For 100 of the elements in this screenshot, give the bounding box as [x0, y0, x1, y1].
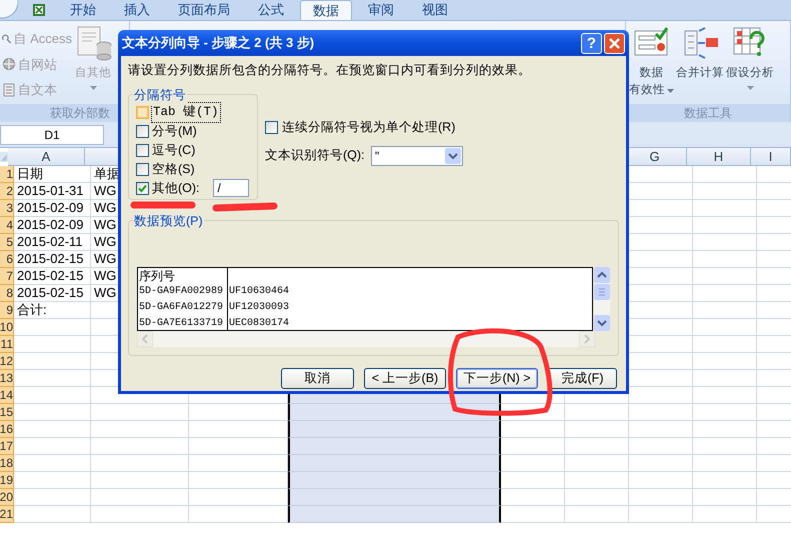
- row-header[interactable]: 19: [0, 472, 14, 489]
- column-header[interactable]: A: [8, 148, 85, 166]
- empty-cell: [629, 455, 693, 472]
- table-cell: 2015-02-15: [14, 268, 91, 285]
- hand-drawn-underline: [130, 202, 196, 208]
- row-header[interactable]: 16: [0, 421, 14, 438]
- ribbon-tab[interactable]: 视图: [410, 0, 460, 20]
- checkbox[interactable]: [136, 144, 149, 157]
- checkbox[interactable]: [136, 182, 149, 195]
- empty-cell: [693, 472, 757, 489]
- preview-cell-text: 序列号: [138, 268, 176, 285]
- empty-cell: [693, 370, 757, 387]
- table-cell: 2015-02-09: [14, 217, 91, 234]
- row-header[interactable]: 9: [0, 302, 14, 319]
- dialog-button[interactable]: 完成(F): [548, 368, 617, 389]
- row-header[interactable]: 17: [0, 438, 14, 455]
- empty-cell: [693, 251, 757, 268]
- ribbon-tab[interactable]: 页面布局: [166, 0, 242, 20]
- empty-cell: [629, 387, 693, 404]
- scroll-thumb-icon: [594, 284, 610, 300]
- ribbon-button[interactable]: 数据 有效性: [628, 25, 675, 99]
- instruction-text: 请设置分列数据所包含的分隔符号。在预览窗口内可看到分列的效果。: [128, 62, 532, 79]
- row-header[interactable]: 15: [0, 404, 14, 421]
- checkbox[interactable]: [136, 162, 149, 176]
- empty-cell: [693, 404, 757, 421]
- empty-cell: [693, 217, 757, 234]
- row-header[interactable]: 2: [0, 183, 14, 200]
- row-header[interactable]: 10: [0, 319, 14, 336]
- ribbon-button[interactable]: 合并计算: [675, 25, 725, 82]
- row-header[interactable]: 7: [0, 268, 14, 285]
- row-header[interactable]: 18: [0, 455, 14, 472]
- empty-cell: [693, 455, 757, 472]
- dropdown[interactable]: ": [371, 146, 463, 166]
- group-label: 数据预览(P): [133, 212, 204, 230]
- dialog-button[interactable]: < 上一步(B): [364, 368, 446, 389]
- empty-cell: [693, 234, 757, 251]
- close-button[interactable]: [604, 32, 625, 54]
- empty-cell: [693, 438, 757, 455]
- table-cell: 2015-02-11: [14, 234, 91, 251]
- empty-cell: [629, 438, 693, 455]
- ribbon-tab[interactable]: 开始: [58, 0, 108, 20]
- row-header[interactable]: 5: [0, 234, 14, 251]
- column-header[interactable]: H: [687, 148, 751, 166]
- vertical-scrollbar[interactable]: [594, 266, 610, 331]
- scroll-left-icon: [137, 330, 153, 347]
- ribbon-button[interactable]: 假设分析: [725, 25, 775, 90]
- document-icon: [2, 82, 16, 97]
- checkbox[interactable]: [265, 120, 278, 134]
- preview-cell-text: UEC0830174: [228, 317, 290, 330]
- empty-cell: [629, 472, 693, 489]
- row-header[interactable]: 3: [0, 200, 14, 217]
- field-label: 文本识别符号(Q):: [265, 147, 366, 164]
- table-cell: 日期: [14, 166, 91, 183]
- input-field[interactable]: /: [212, 179, 249, 198]
- row-header[interactable]: 11: [0, 336, 14, 353]
- ribbon-tab[interactable]: 公式: [246, 0, 296, 20]
- group-label: 数据工具: [626, 104, 790, 122]
- check-icon: [138, 184, 147, 193]
- checkbox[interactable]: [136, 124, 149, 138]
- ribbon-tab[interactable]: 审阅: [356, 0, 406, 20]
- empty-cell: [693, 200, 757, 217]
- preview-cell-text: UF10630464: [228, 285, 290, 300]
- row-header[interactable]: 8: [0, 285, 14, 302]
- ribbon-tab[interactable]: 数据: [300, 0, 352, 20]
- empty-cell: [629, 404, 693, 421]
- scroll-down-icon: [594, 314, 610, 331]
- group-label: 分隔符号: [133, 86, 187, 104]
- dialog-button[interactable]: 下一步(N) >: [456, 368, 538, 389]
- table-cell: 合计:: [14, 302, 91, 319]
- window-title: 文本分列向导 - 步骤之 2 (共 3 步): [122, 34, 316, 52]
- name-box[interactable]: D1: [0, 124, 104, 144]
- scroll-right-icon: [579, 330, 595, 347]
- spreadsheet-app-icon: [32, 3, 46, 17]
- hand-drawn-underline: [212, 202, 278, 212]
- empty-cell: [693, 302, 757, 319]
- dialog-button[interactable]: 取消: [281, 368, 354, 389]
- row-header[interactable]: 13: [0, 370, 14, 387]
- empty-cell: [565, 438, 629, 455]
- empty-cell: [565, 472, 629, 489]
- checkbox-label: 分号(M): [152, 122, 197, 140]
- empty-cell: [693, 319, 757, 336]
- row-header[interactable]: 1: [0, 166, 14, 183]
- row-header[interactable]: 21: [0, 506, 14, 523]
- checkbox[interactable]: [136, 106, 149, 119]
- row-header[interactable]: 14: [0, 387, 14, 404]
- scroll-up-icon: [594, 266, 610, 283]
- row-header[interactable]: 20: [0, 489, 14, 506]
- row-header[interactable]: 12: [0, 353, 14, 370]
- empty-cell: [693, 387, 757, 404]
- empty-cell: [565, 455, 629, 472]
- row-header[interactable]: 6: [0, 251, 14, 268]
- globe-icon: [2, 57, 16, 72]
- help-button[interactable]: ?: [581, 32, 602, 54]
- empty-cell: [693, 336, 757, 353]
- row-header[interactable]: 4: [0, 217, 14, 234]
- ribbon-tab[interactable]: 插入: [112, 0, 162, 20]
- table-cell: 2015-02-15: [14, 251, 91, 268]
- checkbox-label: Tab 键(T): [152, 102, 220, 122]
- empty-cell: [693, 489, 757, 506]
- column-header[interactable]: I: [751, 148, 791, 166]
